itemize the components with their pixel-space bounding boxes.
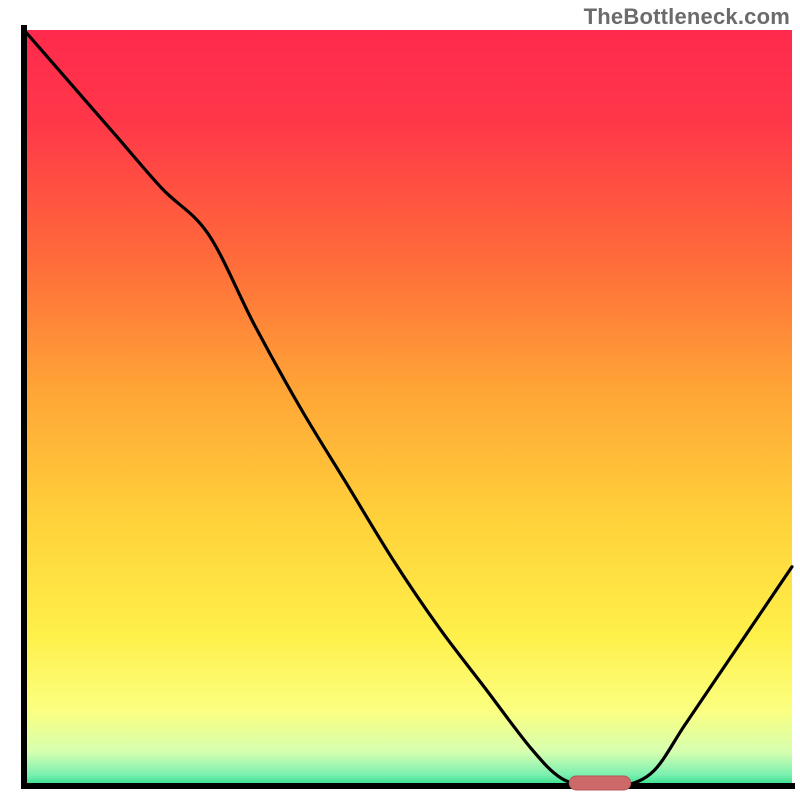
plot-background [24, 30, 792, 786]
chart-container: TheBottleneck.com [0, 0, 800, 800]
bottleneck-curve-chart [0, 0, 800, 800]
watermark: TheBottleneck.com [584, 4, 790, 30]
optimal-range-marker [569, 776, 630, 790]
